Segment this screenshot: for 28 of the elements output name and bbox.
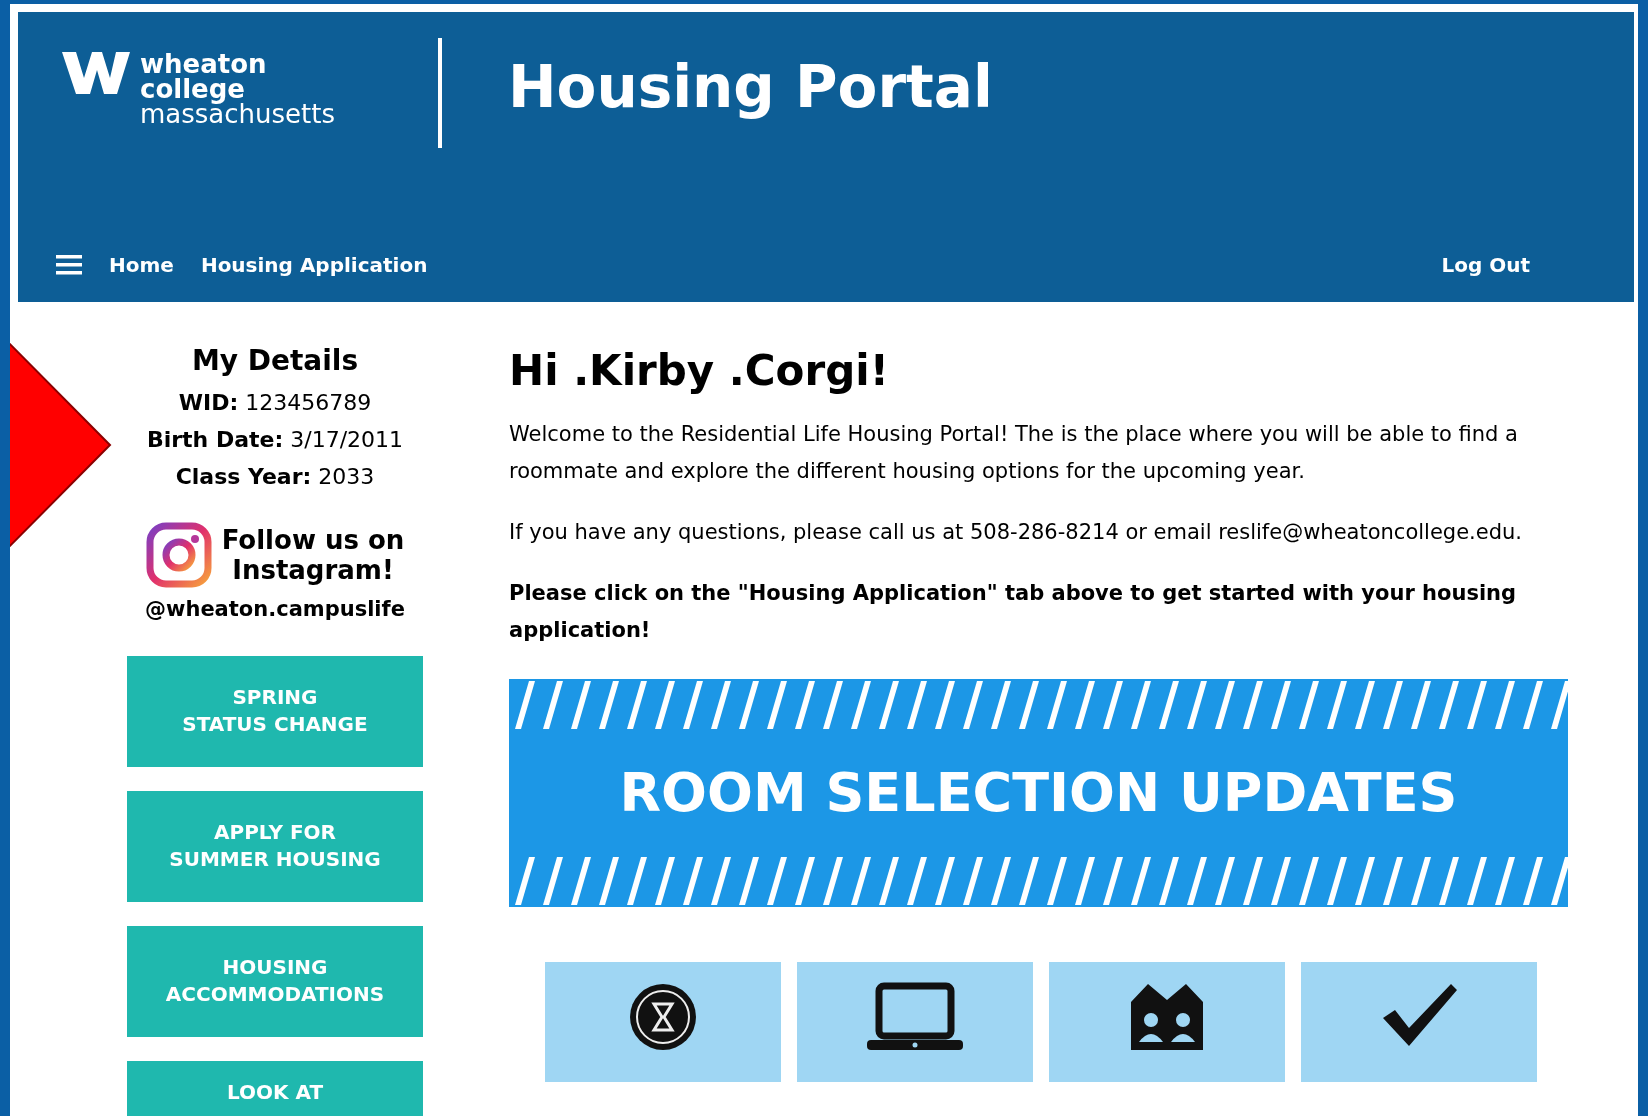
detail-line: WID: 123456789	[178, 389, 372, 417]
instagram-text: Follow us on	[221, 525, 405, 555]
laptop-icon	[865, 982, 965, 1052]
info-tile[interactable]	[1301, 962, 1537, 1082]
logo-text: massachusetts	[140, 102, 335, 127]
callout-paragraph: Please click on the "Housing Application" tab above to get started with your housing application!	[509, 580, 1518, 644]
info-tile[interactable]	[797, 962, 1033, 1082]
info-paragraph: Welcome to the Residential Life Housing Portal! The is the place where you will be able to find a roommate and explore the different housing options for the upcoming year.	[509, 421, 1519, 485]
instagram-logo-icon	[145, 522, 212, 588]
instagram-handle-link[interactable]: @wheaton.campuslife	[145, 594, 405, 626]
wheaton-logo-icon	[62, 52, 130, 94]
detail-line: Birth Date: 3/17/2011	[146, 426, 404, 454]
details-heading: My Details	[191, 343, 359, 379]
banner-title: ROOM SELECTION UPDATES	[618, 766, 1459, 820]
info-tile[interactable]	[1049, 962, 1285, 1082]
logo-text: wheaton	[140, 52, 268, 77]
instagram-text: Instagram!	[232, 555, 394, 585]
hourglass-clock-icon	[628, 982, 698, 1052]
info-tile[interactable]	[545, 962, 781, 1082]
nav-link[interactable]: Home	[109, 250, 174, 280]
logo-text: college	[140, 77, 245, 102]
info-paragraph: If you have any questions, please call us at 508-286-8214 or email reslife@wheatoncollege.edu.	[509, 519, 1523, 546]
detail-line: Class Year: 2033	[175, 463, 375, 491]
nav-link[interactable]: Housing Application	[200, 250, 428, 280]
menu-icon[interactable]	[56, 255, 82, 275]
people-house-icon	[1129, 982, 1205, 1052]
logout-link[interactable]: Log Out	[1441, 250, 1530, 280]
greeting-heading: Hi .Kirby .Corgi!	[509, 350, 890, 392]
